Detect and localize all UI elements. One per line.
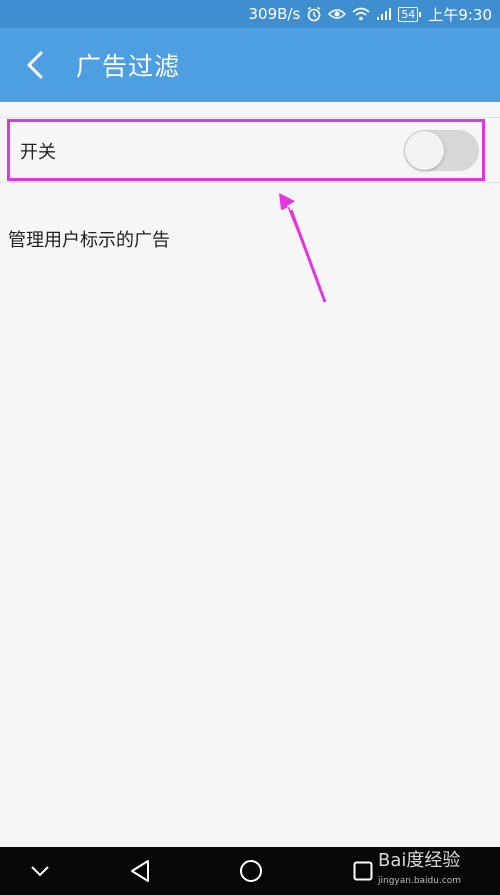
nav-bar: Bai度经验 jingyan.baidu.com — [0, 847, 500, 895]
chevron-left-icon — [27, 51, 43, 79]
back-button[interactable] — [0, 28, 70, 102]
watermark: Bai度经验 jingyan.baidu.com — [378, 851, 461, 891]
app-bar: 广告过滤 — [0, 28, 500, 102]
recents-square-icon — [353, 861, 373, 881]
clock: 上午9:30 — [428, 5, 492, 24]
switch-label: 开关 — [20, 142, 56, 163]
alarm-icon — [306, 6, 322, 22]
home-circle-icon — [240, 860, 262, 882]
watermark-url: jingyan.baidu.com — [378, 876, 462, 886]
ad-filter-toggle[interactable] — [404, 130, 479, 171]
hide-nav-button[interactable] — [22, 847, 58, 895]
back-triangle-icon — [131, 860, 149, 882]
toggle-knob — [405, 131, 444, 170]
nav-back-button[interactable] — [122, 847, 158, 895]
description-text: 管理用户标示的广告 — [8, 230, 170, 251]
eye-icon — [328, 7, 347, 21]
watermark-brand: Bai度经验 — [378, 850, 461, 871]
status-bar: 309B/s 54 上午9:30 — [0, 0, 500, 28]
network-speed: 309B/s — [248, 5, 301, 23]
signal-icon — [376, 7, 392, 21]
nav-recents-button[interactable] — [348, 847, 378, 895]
wifi-icon — [352, 7, 370, 21]
switch-row[interactable]: 开关 — [0, 117, 500, 183]
nav-home-button[interactable] — [233, 847, 269, 895]
chevron-down-icon — [31, 866, 49, 877]
page-title: 广告过滤 — [76, 52, 181, 81]
battery-icon: 54 — [398, 6, 422, 22]
